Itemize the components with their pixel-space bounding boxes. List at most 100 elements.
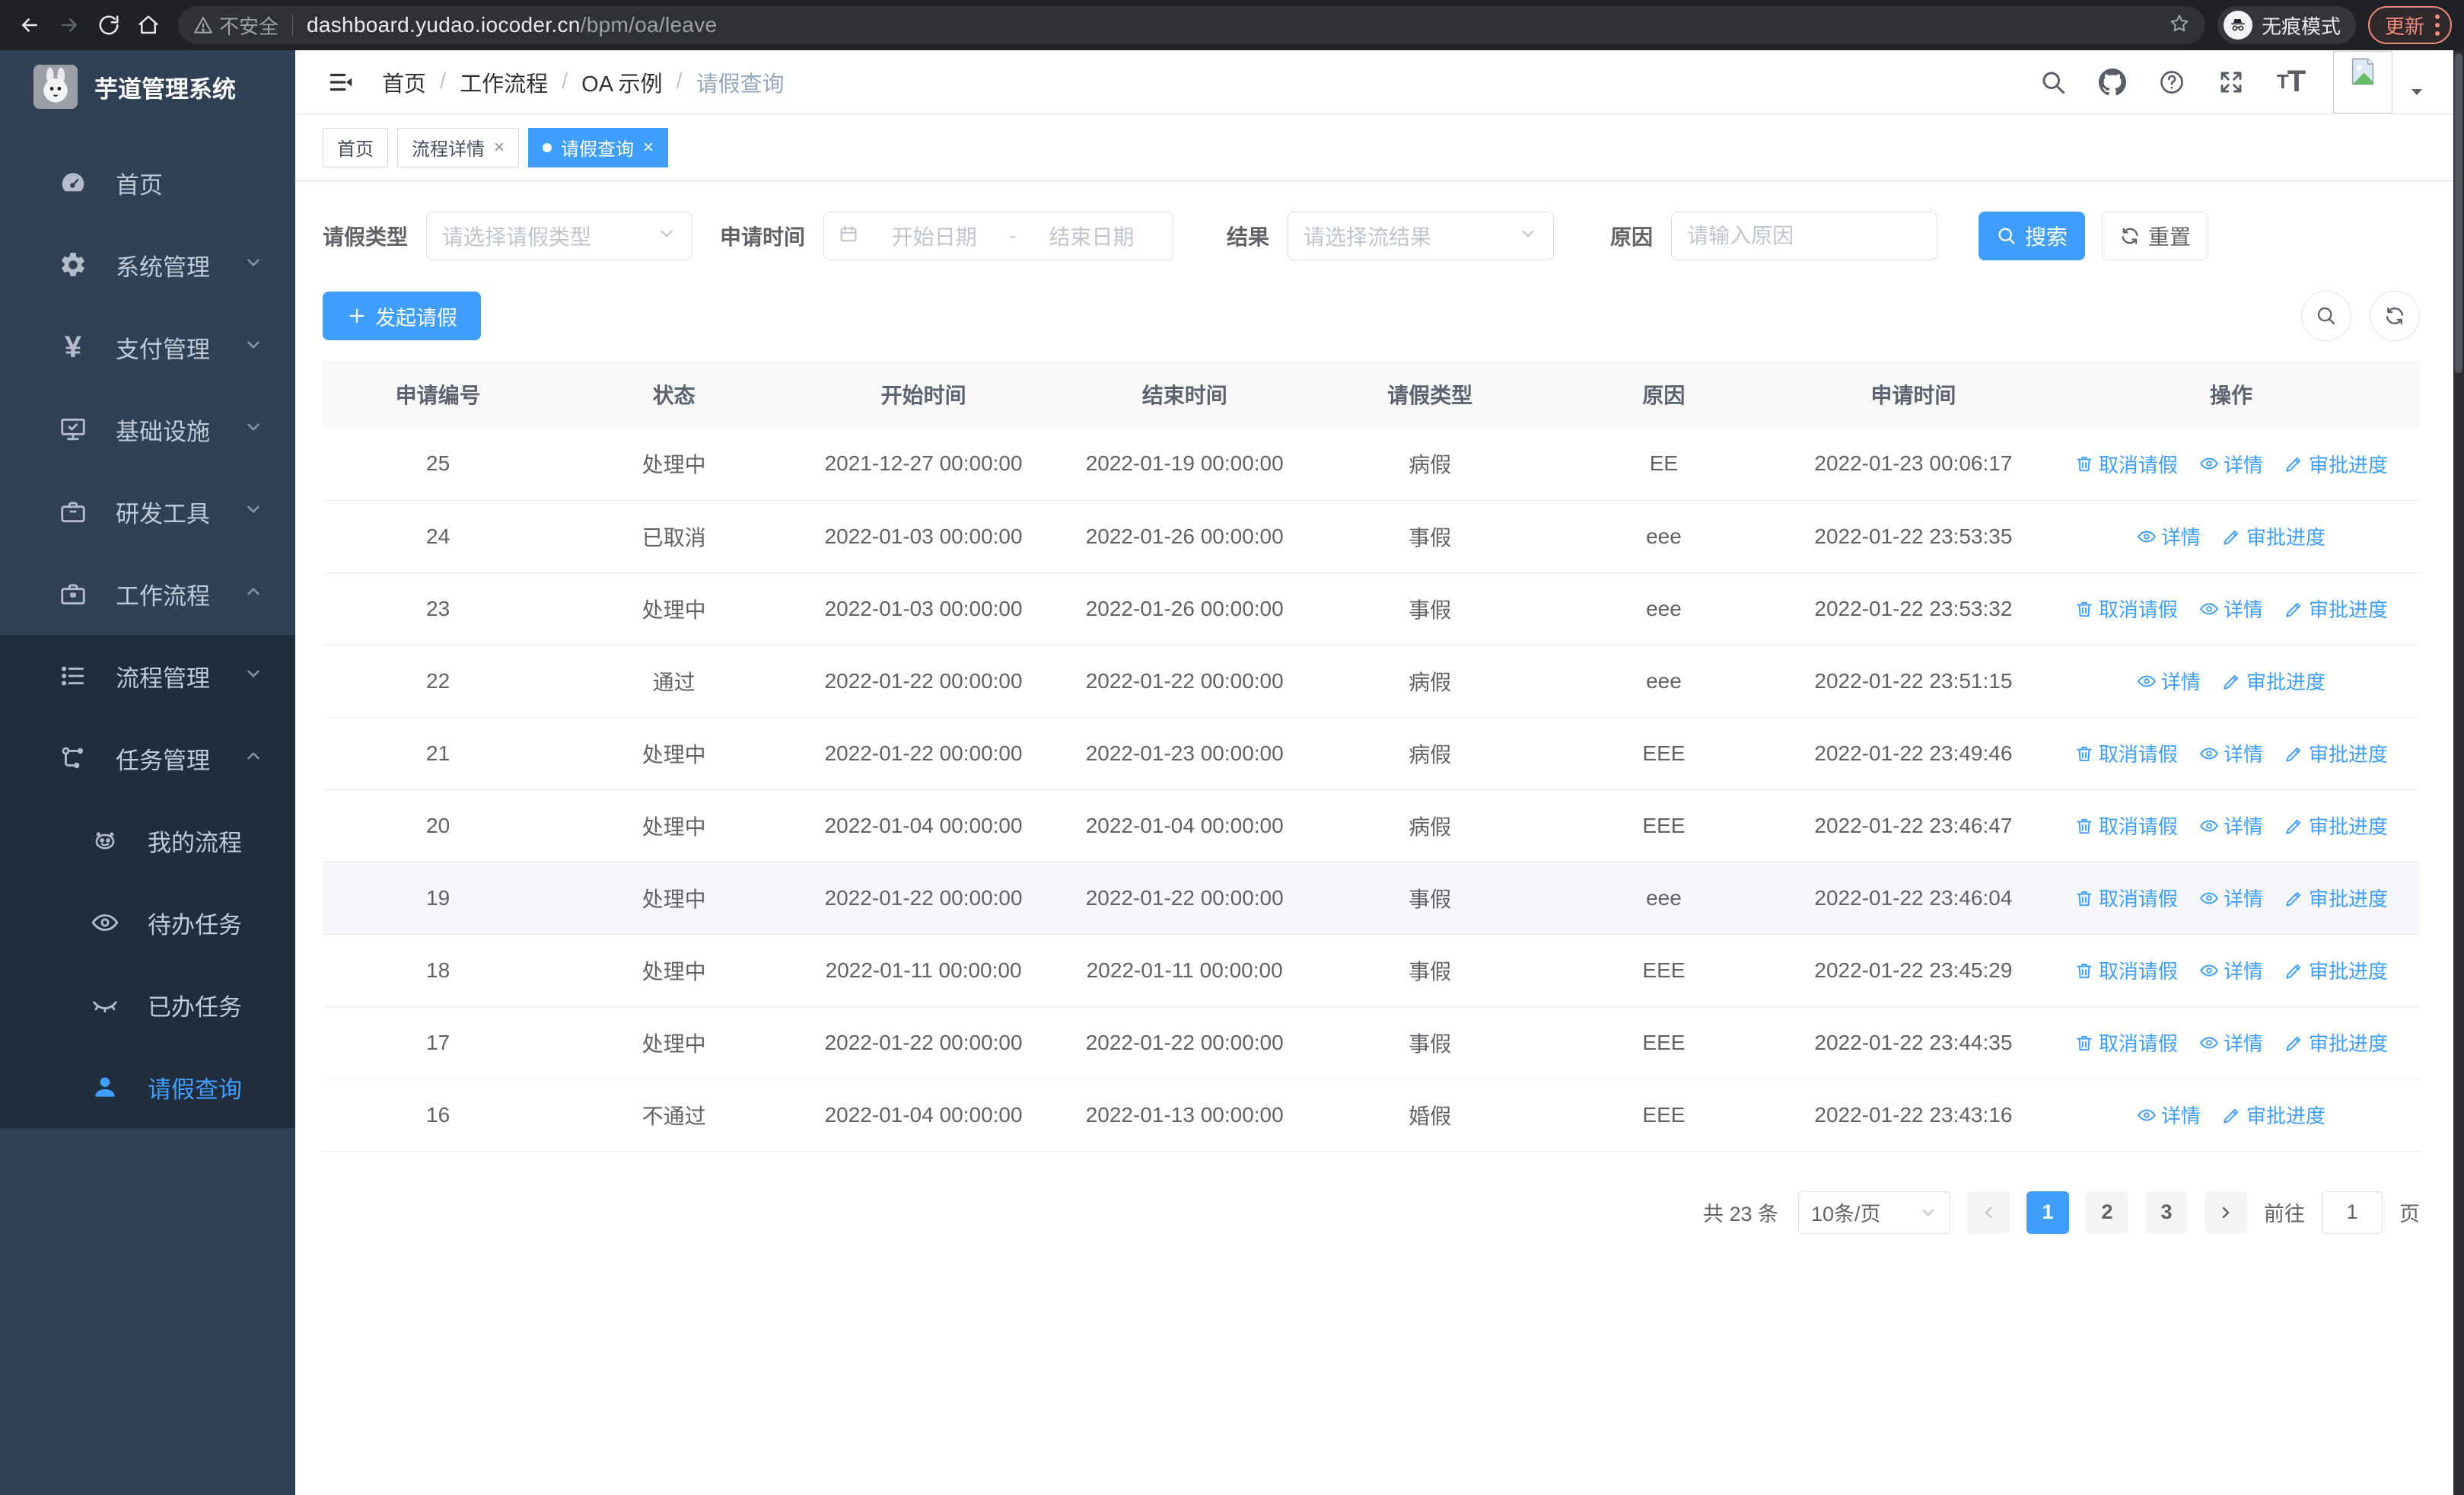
apply-time-range-picker[interactable]: 开始日期 - 结束日期 [823,212,1174,260]
refresh-table-button[interactable] [2370,291,2420,341]
sidebar-item-payment[interactable]: ¥ 支付管理 [0,306,295,388]
github-icon[interactable] [2096,65,2129,99]
sidebar-item-workflow[interactable]: 工作流程 [0,553,295,635]
url-text[interactable]: dashboard.yudao.iocoder.cn/bpm/oa/leave [307,13,717,37]
cancel-leave-link[interactable]: 取消请假 [2074,739,2178,767]
list-icon [58,661,88,691]
leave-type-select[interactable]: 请选择请假类型 [426,212,693,260]
close-icon[interactable]: × [494,138,505,157]
sidebar-item-todo-tasks[interactable]: 待办任务 [0,881,295,964]
detail-link[interactable]: 详情 [2199,1028,2263,1057]
cancel-leave-link[interactable]: 取消请假 [2074,450,2178,478]
goto-page-input[interactable] [2322,1191,2383,1234]
page-size-select[interactable]: 10条/页 [1798,1191,1950,1234]
col-actions: 操作 [2042,361,2420,428]
sidebar-item-infrastructure[interactable]: 基础设施 [0,388,295,470]
cell-applied: 2022-01-22 23:45:29 [1784,934,2042,1007]
sidebar-item-process-mgmt[interactable]: 流程管理 [0,635,295,717]
pen-icon [2286,891,2300,907]
sidebar-item-home[interactable]: 首页 [0,142,295,224]
browser-back-icon[interactable] [12,8,47,43]
sidebar-fold-icon[interactable] [323,64,359,100]
cancel-leave-link[interactable]: 取消请假 [2074,956,2178,984]
fullscreen-icon[interactable] [2214,65,2248,99]
page-button-1[interactable]: 1 [2026,1191,2069,1234]
show-search-button[interactable] [2301,291,2351,341]
approval-progress-link[interactable]: 审批进度 [2284,1028,2388,1057]
approval-progress-link[interactable]: 审批进度 [2284,956,2388,984]
sidebar-item-system[interactable]: 系统管理 [0,224,295,306]
cell-end: 2022-01-26 00:00:00 [1052,572,1317,645]
cancel-leave-link[interactable]: 取消请假 [2074,884,2178,912]
detail-link[interactable]: 详情 [2199,884,2263,912]
search-button[interactable]: 搜索 [1979,212,2086,260]
detail-link[interactable]: 详情 [2137,1101,2201,1129]
cell-status: 处理中 [553,572,795,645]
browser-menu-icon[interactable] [2435,14,2440,36]
next-page-button[interactable] [2205,1191,2247,1234]
col-start: 开始时间 [794,361,1053,428]
detail-link[interactable]: 详情 [2199,956,2263,984]
browser-reload-icon[interactable] [91,8,126,43]
cancel-leave-link[interactable]: 取消请假 [2074,811,2178,840]
cancel-leave-link[interactable]: 取消请假 [2074,594,2178,623]
detail-link[interactable]: 详情 [2199,811,2263,840]
approval-progress-link[interactable]: 审批进度 [2284,811,2388,840]
workflow-submenu: 流程管理 任务管理 我的流程 待办任务 已办任务 请假查询 [0,635,295,1128]
sidebar-item-devtools[interactable]: 研发工具 [0,470,295,553]
detail-link[interactable]: 详情 [2199,594,2263,623]
not-secure-warning[interactable]: 不安全 [193,11,279,40]
page-button-2[interactable]: 2 [2086,1191,2128,1234]
breadcrumb-home[interactable]: 首页 [382,66,426,98]
reset-button[interactable]: 重置 [2102,212,2209,260]
create-leave-button[interactable]: 发起请假 [323,292,481,340]
tab-leave-query[interactable]: 请假查询 × [528,127,669,167]
tab-process-detail[interactable]: 流程详情 × [397,127,520,167]
gear-icon [58,250,88,280]
address-bar[interactable]: 不安全 dashboard.yudao.iocoder.cn/bpm/oa/le… [178,6,2205,44]
approval-progress-link[interactable]: 审批进度 [2284,450,2388,478]
detail-link[interactable]: 详情 [2199,739,2263,767]
pen-icon [2286,1036,2300,1051]
cell-id: 24 [323,500,554,573]
cell-start: 2021-12-27 00:00:00 [794,428,1053,501]
approval-progress-link[interactable]: 审批进度 [2222,1101,2326,1129]
scrollbar-thumb[interactable] [2455,53,2462,373]
tab-home[interactable]: 首页 [323,127,388,167]
yen-icon: ¥ [64,330,82,364]
browser-forward-icon[interactable] [52,8,87,43]
page-button-3[interactable]: 3 [2145,1191,2188,1234]
reason-input[interactable] [1687,224,1922,248]
prev-page-button[interactable] [1967,1191,2010,1234]
browser-home-icon[interactable] [131,8,166,43]
user-avatar[interactable] [2333,50,2392,113]
help-icon[interactable] [2155,65,2189,99]
sidebar-item-leave-query[interactable]: 请假查询 [0,1046,295,1128]
sidebar-item-my-process[interactable]: 我的流程 [0,799,295,881]
caret-down-icon[interactable] [2408,82,2426,104]
cancel-leave-link[interactable]: 取消请假 [2074,1028,2178,1057]
result-select[interactable]: 请选择流结果 [1288,212,1555,260]
approval-progress-link[interactable]: 审批进度 [2222,522,2326,550]
approval-progress-link[interactable]: 审批进度 [2284,884,2388,912]
page-scrollbar[interactable] [2453,50,2464,1495]
close-icon[interactable]: × [643,138,654,157]
detail-link[interactable]: 详情 [2199,450,2263,478]
sidebar-item-task-mgmt[interactable]: 任务管理 [0,717,295,799]
font-size-icon[interactable]: TT [2274,65,2307,99]
approval-progress-link[interactable]: 审批进度 [2222,667,2326,695]
cell-start: 2022-01-22 00:00:00 [794,862,1053,935]
bookmark-star-icon[interactable] [2169,13,2190,38]
cell-end: 2022-01-22 00:00:00 [1052,862,1317,935]
search-icon[interactable] [2036,65,2070,99]
detail-link[interactable]: 详情 [2137,522,2201,550]
approval-progress-link[interactable]: 审批进度 [2284,739,2388,767]
breadcrumb-workflow[interactable]: 工作流程 [460,66,548,98]
sidebar-item-done-tasks[interactable]: 已办任务 [0,964,295,1046]
browser-update-button[interactable]: 更新 [2367,6,2452,44]
cell-start: 2022-01-22 00:00:00 [794,645,1053,718]
approval-progress-link[interactable]: 审批进度 [2284,594,2388,623]
detail-link[interactable]: 详情 [2137,667,2201,695]
cell-start: 2022-01-22 00:00:00 [794,1006,1053,1079]
breadcrumb-oa[interactable]: OA 示例 [581,66,662,98]
